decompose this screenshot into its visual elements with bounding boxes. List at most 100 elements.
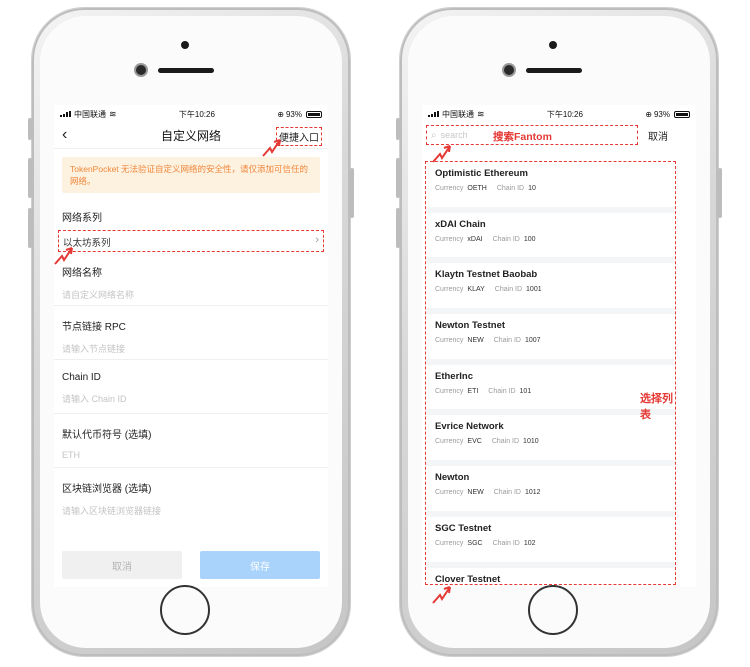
power-button	[718, 168, 722, 218]
chain-id-label: Chain ID	[492, 235, 520, 243]
search-annotation: 搜索Fantom	[493, 131, 552, 143]
network-series-label: 网络系列	[62, 213, 102, 224]
currency-value: OETH	[467, 185, 487, 192]
currency-label: Currency	[435, 539, 464, 547]
list-item[interactable]: EtherInc Currency ETI Chain ID 101	[426, 365, 675, 416]
save-button[interactable]: 保存	[200, 551, 320, 579]
currency-value: NEW	[467, 489, 484, 497]
network-name: xDAI Chain	[435, 218, 486, 230]
network-name: Klaytn Testnet Baobab	[435, 269, 538, 281]
volume-down-button	[28, 208, 32, 248]
status-time: 下午10:26	[178, 109, 215, 119]
phone-left: 中国联通 ≋ 下午10:26 ⊕ 93% ‹ 自定义网络 便捷入口 TokenP…	[28, 8, 354, 656]
front-camera	[549, 41, 557, 49]
network-name-input[interactable]: 请自定义网络名称	[62, 279, 320, 301]
list-item[interactable]: Newton Currency NEW Chain ID 1012	[426, 466, 675, 517]
chain-id-value: 1010	[523, 438, 539, 446]
volume-up-button	[28, 158, 32, 198]
chain-id-label: Chain ID	[493, 489, 521, 497]
annotation-arrow-icon	[262, 139, 281, 157]
list-item[interactable]: SGC Testnet Currency SGC Chain ID 102	[426, 517, 675, 568]
search-input[interactable]: ⌕ search 搜索Fantom	[426, 125, 638, 145]
explorer-input[interactable]: 请输入区块链浏览器链接	[62, 495, 320, 517]
currency-label: Currency	[435, 286, 464, 294]
currency-value: NEW	[467, 337, 484, 345]
signal-icon	[428, 111, 439, 117]
explorer-field[interactable]: 区块链浏览器 (选填) 请输入区块链浏览器链接	[54, 468, 328, 522]
location-icon: ⊕	[277, 109, 284, 119]
network-name: EtherInc	[435, 370, 474, 382]
network-name-field[interactable]: 网络名称 请自定义网络名称	[54, 252, 328, 306]
rpc-url-input[interactable]: 请输入节点链接	[62, 333, 320, 355]
battery-icon	[305, 110, 322, 118]
symbol-input[interactable]: ETH	[62, 441, 320, 460]
currency-label: Currency	[435, 387, 464, 395]
rpc-url-field[interactable]: 节点链接 RPC 请输入节点链接	[54, 306, 328, 360]
chain-id-value: 10	[528, 185, 536, 192]
annotation-arrow-icon	[54, 247, 73, 265]
front-camera	[181, 41, 189, 49]
chain-id-label: Chain ID	[492, 539, 520, 547]
currency-label: Currency	[435, 438, 464, 446]
chain-id-value: 1012	[524, 489, 541, 497]
cancel-button[interactable]: 取消	[62, 551, 182, 579]
mute-switch	[28, 118, 32, 140]
chain-id-label: Chain ID	[491, 438, 520, 446]
search-icon: ⌕	[431, 129, 437, 141]
list-item[interactable]: Klaytn Testnet Baobab Currency KLAY Chain …	[426, 263, 675, 315]
currency-label: Currency	[435, 185, 464, 192]
annotation-arrow-icon	[432, 586, 451, 604]
network-name: Optimistic Ethereum	[435, 168, 528, 179]
network-list: Optimistic Ethereum Currency OETH Chain ID…	[425, 161, 676, 585]
earpiece-speaker	[526, 68, 582, 73]
network-picker-screen: 中国联通 ≋ 下午10:26 ⊕ 93% ⌕ search 搜索Fantom 取…	[422, 105, 696, 587]
annotation-arrow-icon	[432, 145, 451, 163]
security-warning: TokenPocket 无法验证自定义网络的安全性，请仅添加可信任的网络。	[62, 157, 320, 193]
carrier-name: 中国联通	[74, 109, 106, 119]
sensor	[136, 65, 146, 75]
battery-percent: 93%	[285, 109, 302, 119]
chevron-left-icon[interactable]: ‹	[62, 126, 67, 144]
power-button	[350, 168, 354, 218]
field-label: 节点链接 RPC	[62, 322, 126, 333]
chevron-right-icon: ›	[315, 234, 319, 246]
search-placeholder: search	[440, 130, 468, 140]
search-cancel-button[interactable]: 取消	[648, 128, 668, 143]
nav-bar: ‹ 自定义网络 便捷入口	[54, 123, 328, 149]
battery-percent: 93%	[653, 109, 670, 119]
earpiece-speaker	[158, 68, 214, 73]
list-item[interactable]: Newton Testnet Currency NEW Chain ID 1007	[426, 314, 675, 365]
chain-id-label: Chain ID	[496, 185, 525, 192]
status-time: 下午10:26	[546, 109, 583, 119]
chain-id-label: Chain ID	[494, 286, 523, 294]
chain-id-value: 102	[523, 539, 536, 547]
currency-value: KLAY	[467, 286, 485, 294]
network-name: Newton Testnet	[435, 320, 506, 332]
network-name: Evrice Network	[435, 421, 504, 433]
home-button[interactable]	[160, 585, 210, 635]
chain-id-field[interactable]: Chain ID 请输入 Chain ID	[54, 360, 328, 414]
network-series-select[interactable]: 以太坊系列 ›	[58, 230, 324, 252]
list-item[interactable]: Evrice Network Currency EVC Chain ID 1010	[426, 415, 675, 467]
signal-icon	[60, 111, 71, 117]
currency-label: Currency	[435, 489, 464, 497]
chain-id-input[interactable]: 请输入 Chain ID	[62, 383, 320, 405]
currency-value: EVC	[467, 438, 482, 446]
chain-id-label: Chain ID	[493, 337, 521, 345]
chain-id-value: 1001	[526, 286, 542, 294]
list-item[interactable]: Optimistic Ethereum Currency OETH Chain ID…	[426, 162, 675, 213]
carrier-name: 中国联通	[442, 109, 474, 119]
home-button[interactable]	[528, 585, 578, 635]
list-item[interactable]: Clover Testnet	[426, 568, 675, 585]
chain-id-value: 101	[519, 387, 532, 395]
network-name: Clover Testnet	[435, 573, 501, 585]
search-bar: ⌕ search 搜索Fantom 取消	[422, 123, 696, 147]
list-annotation: 选择列表	[640, 393, 673, 421]
status-bar: 中国联通 ≋ 下午10:26 ⊕ 93%	[422, 105, 696, 123]
list-item[interactable]: xDAI Chain Currency xDAI Chain ID 100	[426, 213, 675, 264]
symbol-field[interactable]: 默认代币符号 (选填) ETH	[54, 414, 328, 468]
phone-right: 中国联通 ≋ 下午10:26 ⊕ 93% ⌕ search 搜索Fantom 取…	[396, 8, 722, 656]
field-label: 网络名称	[62, 268, 102, 279]
chain-id-value: 1007	[524, 337, 541, 345]
wifi-icon: ≋	[109, 108, 117, 119]
